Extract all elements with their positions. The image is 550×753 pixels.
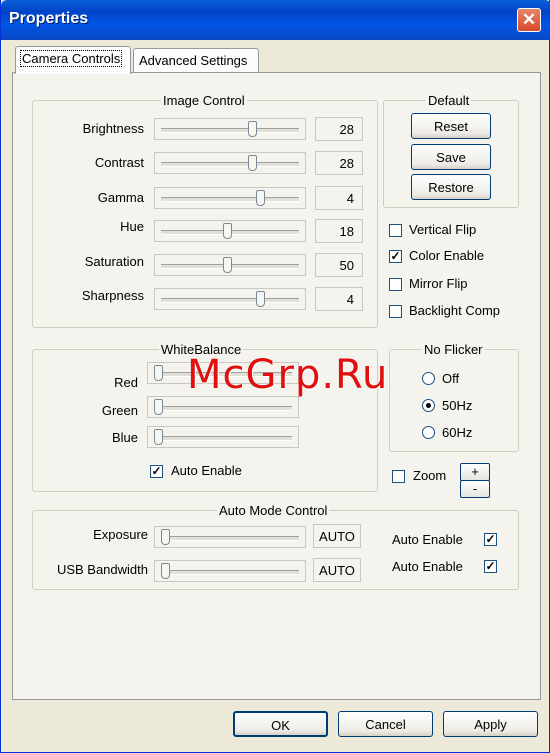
watermark: McGrp.Ru [187, 352, 389, 398]
default-title: Default [426, 93, 472, 108]
zoom-label: Zoom [413, 468, 447, 483]
no-flicker-title: No Flicker [422, 342, 485, 357]
slider-thumb[interactable] [223, 257, 232, 273]
saturation-label: Saturation [84, 254, 144, 269]
title-bar[interactable]: Properties ✕ [1, 0, 550, 40]
flicker-50hz-label: 50Hz [442, 398, 473, 413]
exposure-auto-enable-checkbox[interactable]: ✓ [484, 533, 497, 546]
brightness-value: 28 [315, 117, 363, 141]
properties-window: Properties ✕ Camera Controls Advanced Se… [0, 0, 550, 753]
tab-camera-controls-label: Camera Controls [19, 50, 123, 67]
usb-auto-enable-label: Auto Enable [392, 559, 463, 574]
usb-bandwidth-label: USB Bandwidth [56, 562, 148, 577]
zoom-in-button[interactable]: + [460, 463, 490, 481]
wb-auto-enable-label: Auto Enable [171, 463, 242, 478]
brightness-slider[interactable] [154, 118, 306, 140]
saturation-slider[interactable] [154, 254, 306, 276]
red-label: Red [114, 375, 138, 390]
sharpness-label: Sharpness [81, 288, 144, 303]
slider-thumb[interactable] [248, 155, 257, 171]
gamma-value: 4 [315, 186, 363, 210]
gamma-label: Gamma [97, 190, 144, 205]
green-slider[interactable] [147, 396, 299, 418]
usb-auto-enable-checkbox[interactable]: ✓ [484, 560, 497, 573]
color-enable-checkbox[interactable]: ✓ [389, 250, 402, 263]
mirror-flip-checkbox[interactable] [389, 278, 402, 291]
brightness-label: Brightness [82, 121, 144, 136]
usb-bandwidth-value: AUTO [313, 558, 361, 582]
vertical-flip-checkbox[interactable] [389, 224, 402, 237]
auto-mode-title: Auto Mode Control [217, 503, 330, 518]
slider-thumb[interactable] [161, 563, 170, 579]
hue-label: Hue [120, 219, 144, 234]
flicker-off-label: Off [442, 371, 460, 386]
slider-thumb[interactable] [256, 291, 265, 307]
zoom-out-button[interactable]: - [460, 480, 490, 498]
close-icon[interactable]: ✕ [517, 8, 541, 32]
restore-button[interactable]: Restore [411, 174, 491, 200]
slider-thumb[interactable] [256, 190, 265, 206]
slider-thumb[interactable] [154, 429, 163, 445]
image-control-title: Image Control [161, 93, 247, 108]
contrast-value: 28 [315, 151, 363, 175]
exposure-value: AUTO [313, 524, 361, 548]
hue-value: 18 [315, 219, 363, 243]
usb-bandwidth-slider[interactable] [154, 560, 306, 582]
green-label: Green [101, 403, 138, 418]
tab-camera-controls[interactable]: Camera Controls [15, 46, 131, 74]
blue-label: Blue [111, 430, 138, 445]
reset-button[interactable]: Reset [411, 113, 491, 139]
hue-slider[interactable] [154, 220, 306, 242]
color-enable-label: Color Enable [409, 248, 485, 263]
contrast-slider[interactable] [154, 152, 306, 174]
apply-button[interactable]: Apply [443, 711, 538, 737]
tab-advanced-settings-label: Advanced Settings [139, 53, 248, 68]
zoom-checkbox[interactable] [392, 470, 405, 483]
tab-advanced-settings[interactable]: Advanced Settings [133, 48, 259, 72]
blue-slider[interactable] [147, 426, 299, 448]
backlight-comp-checkbox[interactable] [389, 305, 402, 318]
window-title: Properties [9, 10, 89, 27]
saturation-value: 50 [315, 253, 363, 277]
flicker-off-radio[interactable] [422, 372, 435, 385]
cancel-button[interactable]: Cancel [338, 711, 433, 737]
save-button[interactable]: Save [411, 144, 491, 170]
exposure-slider[interactable] [154, 526, 306, 548]
contrast-label: Contrast [94, 155, 144, 170]
exposure-label: Exposure [93, 527, 148, 542]
sharpness-value: 4 [315, 287, 363, 311]
slider-thumb[interactable] [154, 365, 163, 381]
ok-button[interactable]: OK [233, 711, 328, 737]
slider-thumb[interactable] [223, 223, 232, 239]
flicker-60hz-label: 60Hz [442, 425, 473, 440]
flicker-50hz-radio[interactable] [422, 399, 435, 412]
mirror-flip-label: Mirror Flip [409, 276, 468, 291]
slider-thumb[interactable] [161, 529, 170, 545]
flicker-60hz-radio[interactable] [422, 426, 435, 439]
wb-auto-enable-checkbox[interactable]: ✓ [150, 465, 163, 478]
slider-thumb[interactable] [154, 399, 163, 415]
gamma-slider[interactable] [154, 187, 306, 209]
backlight-comp-label: Backlight Comp [409, 303, 501, 318]
exposure-auto-enable-label: Auto Enable [392, 532, 463, 547]
slider-thumb[interactable] [248, 121, 257, 137]
vertical-flip-label: Vertical Flip [409, 222, 477, 237]
sharpness-slider[interactable] [154, 288, 306, 310]
